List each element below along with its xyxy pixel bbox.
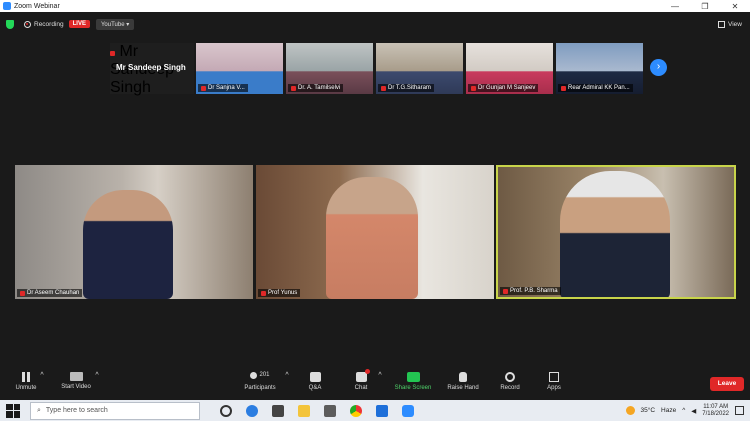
zoom-app-icon[interactable] bbox=[402, 404, 414, 417]
share-screen-button[interactable]: Share Screen bbox=[392, 372, 434, 391]
participant-tile-name-only[interactable]: Mr Sandeep Singh Mr Sandeep Singh bbox=[110, 43, 194, 96]
unread-badge bbox=[364, 369, 370, 374]
live-badge[interactable]: LIVE bbox=[68, 20, 90, 28]
os-taskbar: ⌕ Type here to search 35°C Haze ^ ◀ 11:0… bbox=[0, 400, 750, 421]
participants-options-caret[interactable]: ^ bbox=[283, 372, 291, 379]
security-shield-icon[interactable] bbox=[6, 19, 14, 29]
chrome-browser-icon[interactable] bbox=[350, 404, 362, 417]
weather-temp[interactable]: 35°C bbox=[641, 407, 656, 414]
speaker-icon[interactable]: ◀ bbox=[691, 407, 696, 415]
chat-button[interactable]: Chat bbox=[348, 369, 374, 391]
minimize-button[interactable]: — bbox=[660, 2, 690, 11]
participant-video-figure bbox=[83, 190, 173, 299]
record-icon bbox=[505, 372, 515, 382]
stream-target-dropdown[interactable]: YouTube ▾ bbox=[95, 18, 135, 30]
calendar-app-icon[interactable] bbox=[324, 404, 336, 417]
record-button[interactable]: Record bbox=[496, 372, 524, 391]
participant-tile[interactable]: Prof Yunus bbox=[256, 165, 494, 299]
qa-button[interactable]: Q&A bbox=[302, 372, 328, 391]
close-button[interactable]: ✕ bbox=[720, 2, 750, 11]
file-explorer-icon[interactable] bbox=[298, 404, 310, 417]
mic-muted-icon bbox=[471, 85, 476, 91]
window-titlebar: Zoom Webinar — ❐ ✕ bbox=[0, 0, 750, 12]
participant-video-figure bbox=[560, 171, 670, 297]
search-placeholder: Type here to search bbox=[45, 407, 108, 414]
search-icon: ⌕ bbox=[37, 406, 41, 414]
participant-tile[interactable]: Dr. A. Tamilselvi bbox=[286, 43, 373, 94]
apps-button[interactable]: Apps bbox=[540, 372, 568, 391]
participant-name-label: Prof Yunus bbox=[258, 289, 301, 297]
meeting-topbar: Recording LIVE YouTube ▾ View bbox=[0, 12, 750, 36]
view-label: View bbox=[728, 20, 742, 28]
participant-name-label: Dr Gunjan M Sanjeev bbox=[468, 84, 539, 92]
mic-muted-icon bbox=[381, 85, 386, 91]
participant-name-label: Dr Aseem Chauhan bbox=[17, 289, 83, 297]
share-screen-icon bbox=[406, 372, 420, 382]
tray-chevron-icon[interactable]: ^ bbox=[682, 407, 685, 414]
mic-muted-icon bbox=[561, 85, 566, 91]
maximize-button[interactable]: ❐ bbox=[690, 2, 720, 11]
participant-tile[interactable]: Dr Sanjna V... bbox=[196, 43, 283, 94]
qa-icon bbox=[309, 372, 321, 382]
participant-name-label: Dr T.G.Sitharam bbox=[378, 84, 434, 92]
meeting-toolbar: Unmute ^ Start Video ^ 201 Participants … bbox=[0, 368, 750, 400]
participant-video-figure bbox=[326, 177, 418, 299]
mic-muted-icon bbox=[291, 85, 296, 91]
raise-hand-button[interactable]: Raise Hand bbox=[444, 372, 482, 391]
participant-name-label: Dr Sanjna V... bbox=[198, 84, 248, 92]
apps-icon bbox=[549, 372, 559, 382]
leave-button[interactable]: Leave bbox=[710, 377, 744, 391]
system-tray: 35°C Haze ^ ◀ 11:07 AM 7/18/2022 bbox=[625, 404, 744, 418]
participant-name-label: Dr. A. Tamilselvi bbox=[288, 84, 344, 92]
participants-count: 201 bbox=[259, 372, 270, 378]
start-video-button[interactable]: Start Video bbox=[58, 372, 94, 390]
weather-icon[interactable] bbox=[625, 406, 635, 415]
store-icon[interactable] bbox=[272, 404, 284, 417]
grid-view-icon bbox=[718, 20, 726, 28]
participant-tile[interactable]: Rear Admiral KK Pan... bbox=[556, 43, 643, 94]
task-view-icon[interactable] bbox=[220, 404, 232, 417]
weather-text[interactable]: Haze bbox=[661, 407, 676, 414]
mic-muted-icon bbox=[22, 372, 30, 382]
mic-muted-icon bbox=[201, 85, 206, 91]
recording-icon bbox=[24, 20, 31, 28]
unmute-options-caret[interactable]: ^ bbox=[38, 372, 46, 379]
participant-name-label: Rear Admiral KK Pan... bbox=[558, 84, 633, 92]
mic-muted-icon bbox=[20, 290, 25, 296]
window-title: Zoom Webinar bbox=[14, 2, 60, 10]
video-options-caret[interactable]: ^ bbox=[93, 372, 101, 379]
raise-hand-icon bbox=[459, 372, 467, 382]
mic-muted-icon bbox=[503, 288, 508, 294]
photos-app-icon[interactable] bbox=[376, 404, 388, 417]
mic-muted-icon bbox=[110, 51, 115, 56]
video-off-icon bbox=[69, 372, 83, 381]
notifications-icon[interactable] bbox=[735, 406, 744, 415]
taskbar-search-input[interactable]: ⌕ Type here to search bbox=[30, 401, 200, 420]
participant-tile-active-speaker[interactable]: Prof. P.B. Sharma bbox=[496, 165, 736, 299]
participant-display-name: Mr Sandeep Singh bbox=[116, 63, 186, 72]
participants-icon bbox=[250, 372, 258, 379]
participant-name-label: Prof. P.B. Sharma bbox=[500, 287, 561, 295]
participants-button[interactable]: 201 Participants bbox=[240, 372, 280, 391]
mic-muted-icon bbox=[261, 290, 266, 296]
participant-tile[interactable]: Dr Gunjan M Sanjeev bbox=[466, 43, 553, 94]
unmute-button[interactable]: Unmute bbox=[12, 372, 40, 391]
edge-browser-icon[interactable] bbox=[246, 404, 258, 417]
recording-label: Recording bbox=[34, 20, 64, 28]
participant-tile[interactable]: Dr T.G.Sitharam bbox=[376, 43, 463, 94]
taskbar-clock[interactable]: 11:07 AM 7/18/2022 bbox=[702, 404, 729, 418]
windows-start-icon[interactable] bbox=[6, 403, 20, 418]
chat-icon bbox=[355, 369, 370, 382]
participant-tile[interactable]: Dr Aseem Chauhan bbox=[15, 165, 253, 299]
chat-options-caret[interactable]: ^ bbox=[376, 372, 384, 379]
zoom-logo-icon bbox=[3, 2, 11, 10]
next-page-arrow-button[interactable]: › bbox=[650, 59, 667, 76]
view-button[interactable]: View bbox=[718, 20, 742, 28]
